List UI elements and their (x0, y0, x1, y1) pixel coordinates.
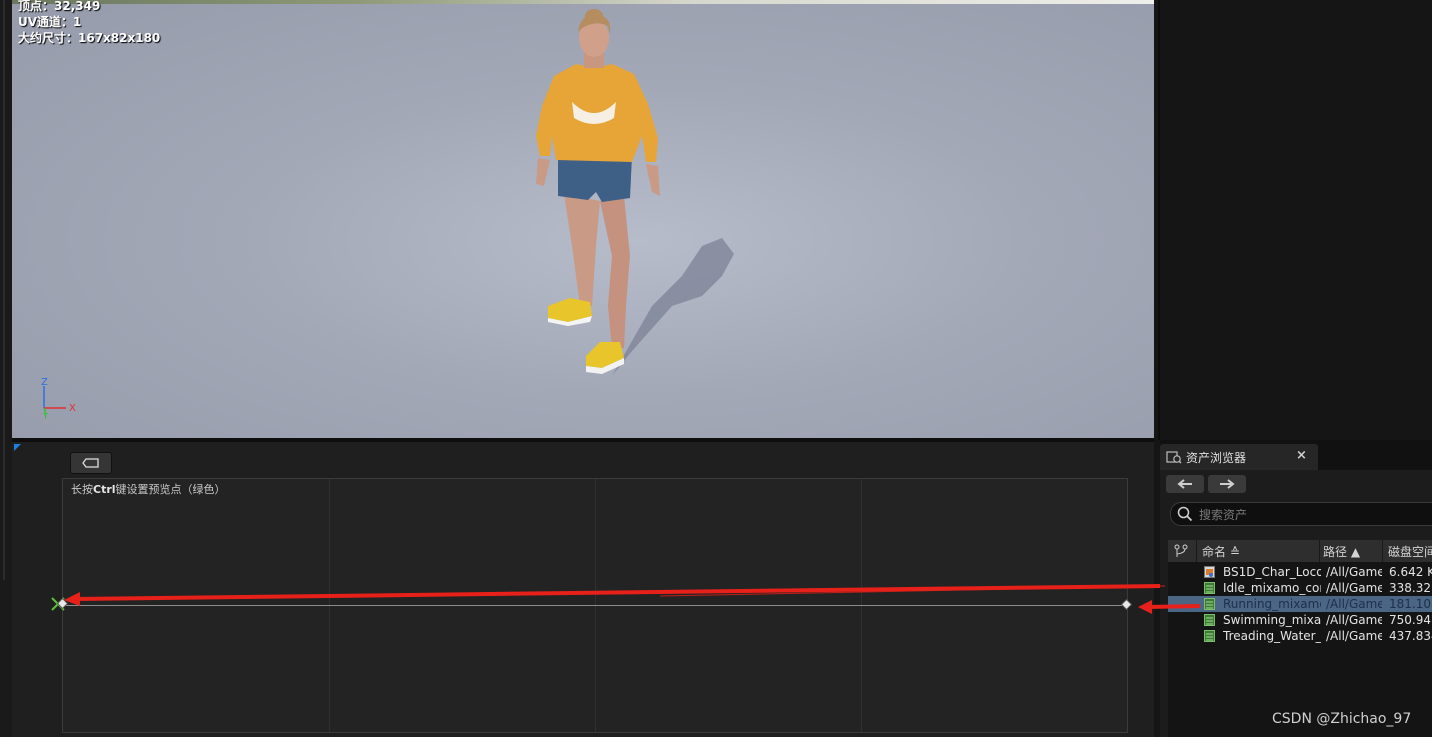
animation-asset-icon (1204, 598, 1215, 610)
watermark-text: CSDN @Zhichao_97 (1272, 711, 1412, 727)
mesh-stats: 顶点：32,349 UV通道：1 大约尺寸：167x82x180 (18, 0, 160, 46)
axis-y-label: Y (42, 412, 48, 420)
stat-approx-size: 大约尺寸：167x82x180 (18, 31, 161, 45)
left-edge-strip (0, 0, 12, 737)
column-path[interactable]: 路径 ▲ (1323, 543, 1360, 560)
asset-row[interactable]: Treading_Water_ /All/Game 437.834 (1168, 628, 1432, 644)
asset-path: /All/Game (1326, 629, 1382, 643)
animation-asset-icon (1204, 630, 1215, 642)
asset-row[interactable]: Idle_mixamo_com /All/Game 338.32 KiB (1168, 580, 1432, 596)
arrow-right-icon (1220, 479, 1235, 489)
search-placeholder: 搜索资产 (1199, 508, 1248, 522)
ctrl-preview-hint: 长按Ctrl键设置预览点（绿色） (71, 481, 226, 497)
asset-name: Idle_mixamo_com (1223, 581, 1321, 595)
animation-asset-icon (1204, 614, 1215, 626)
panel-corner-marker (14, 444, 21, 451)
blendspace-asset-icon (1204, 566, 1215, 578)
asset-size: 181.103 (1389, 597, 1432, 611)
content-browser: 资产浏览器 × 搜索资产 命名 ≙ 路径 ▲ 磁盘空间 BS1D_Char_Lo… (1160, 440, 1432, 737)
asset-size: 338.32 KiB (1389, 581, 1432, 595)
asset-name: Treading_Water_ (1223, 629, 1321, 643)
asset-name: Running_mixamo (1223, 597, 1321, 611)
forward-button[interactable] (1208, 475, 1246, 493)
asset-path: /All/Game (1326, 565, 1382, 579)
asset-name: BS1D_Char_Loco (1223, 565, 1321, 579)
right-empty-panel (1154, 0, 1432, 440)
stat-vertices: 顶点：32,349 (18, 0, 101, 13)
preview-viewport[interactable]: 顶点：32,349 UV通道：1 大约尺寸：167x82x180 Z X Y (12, 0, 1154, 438)
axis-z-label: Z (41, 378, 48, 388)
search-input[interactable]: 搜索资产 (1170, 502, 1432, 526)
toggle-button[interactable] (70, 452, 112, 474)
stat-uv-channels: UV通道：1 (18, 15, 82, 29)
label-tag-icon (82, 458, 99, 468)
search-icon (1177, 506, 1193, 522)
asset-name: Swimming_mixamo (1223, 613, 1321, 627)
animation-asset-icon (1204, 582, 1215, 594)
arrow-left-icon (1177, 479, 1192, 489)
content-browser-tabbar: 资产浏览器 × (1160, 440, 1432, 470)
asset-path: /All/Game (1326, 581, 1382, 595)
axis-gizmo: Z X Y (41, 378, 76, 420)
column-disk-size[interactable]: 磁盘空间 (1388, 543, 1432, 560)
asset-row-selected[interactable]: Running_mixamo /All/Game 181.103 (1168, 596, 1432, 612)
asset-size: 437.834 (1389, 629, 1432, 643)
source-control-icon[interactable] (1174, 544, 1188, 558)
blendspace-grid[interactable]: 长按Ctrl键设置预览点（绿色） (62, 478, 1128, 733)
tab-content-browser[interactable]: 资产浏览器 × (1160, 444, 1318, 470)
blend-axis-track (63, 605, 1127, 606)
editor-window: 顶点：32,349 UV通道：1 大约尺寸：167x82x180 Z X Y 长… (0, 0, 1432, 737)
content-browser-body: 搜索资产 命名 ≙ 路径 ▲ 磁盘空间 BS1D_Char_Loco /All/… (1160, 470, 1432, 737)
hint-prefix: 长按 (71, 483, 93, 496)
asset-row[interactable]: Swimming_mixamo /All/Game 750.941 (1168, 612, 1432, 628)
column-header: 命名 ≙ 路径 ▲ 磁盘空间 (1168, 540, 1432, 562)
viewport-top-band (12, 0, 1154, 4)
back-button[interactable] (1166, 475, 1204, 493)
asset-size: 6.642 KiB (1389, 565, 1432, 579)
axis-x-label: X (69, 403, 76, 414)
character-model (536, 9, 734, 376)
asset-browser-icon (1166, 451, 1182, 464)
hint-suffix: 键设置预览点（绿色） (115, 483, 226, 496)
tab-title: 资产浏览器 (1186, 451, 1247, 465)
asset-size: 750.941 (1389, 613, 1432, 627)
column-name[interactable]: 命名 ≙ (1202, 543, 1240, 560)
asset-path: /All/Game (1326, 613, 1382, 627)
blendspace-editor: 长按Ctrl键设置预览点（绿色） (12, 442, 1154, 737)
hint-key: Ctrl (93, 483, 116, 496)
asset-path: /All/Game (1326, 597, 1382, 611)
asset-row[interactable]: BS1D_Char_Loco /All/Game 6.642 KiB (1168, 564, 1432, 580)
close-tab-icon[interactable]: × (1296, 448, 1307, 463)
